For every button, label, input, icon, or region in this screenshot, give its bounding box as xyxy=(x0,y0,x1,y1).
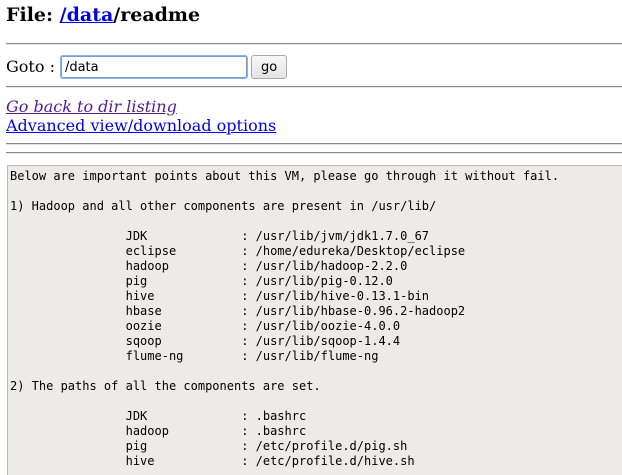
goto-label: Goto : xyxy=(6,57,55,76)
back-to-dir-listing-link[interactable]: Go back to dir listing xyxy=(6,97,177,117)
file-content-area[interactable]: Below are important points about this VM… xyxy=(7,165,622,475)
title-filename: /readme xyxy=(113,4,201,26)
goto-form: Goto : go xyxy=(6,54,288,80)
file-content-text: Below are important points about this VM… xyxy=(10,169,560,468)
divider xyxy=(6,43,622,45)
page-title: File: /data/readme xyxy=(6,3,200,27)
goto-input[interactable] xyxy=(59,55,248,79)
go-button[interactable]: go xyxy=(250,55,288,79)
divider xyxy=(6,86,622,88)
title-prefix: File: xyxy=(6,4,60,26)
divider xyxy=(6,152,622,154)
parent-dir-link[interactable]: /data xyxy=(60,4,114,26)
divider xyxy=(6,143,622,145)
advanced-options-link[interactable]: Advanced view/download options xyxy=(6,116,276,136)
